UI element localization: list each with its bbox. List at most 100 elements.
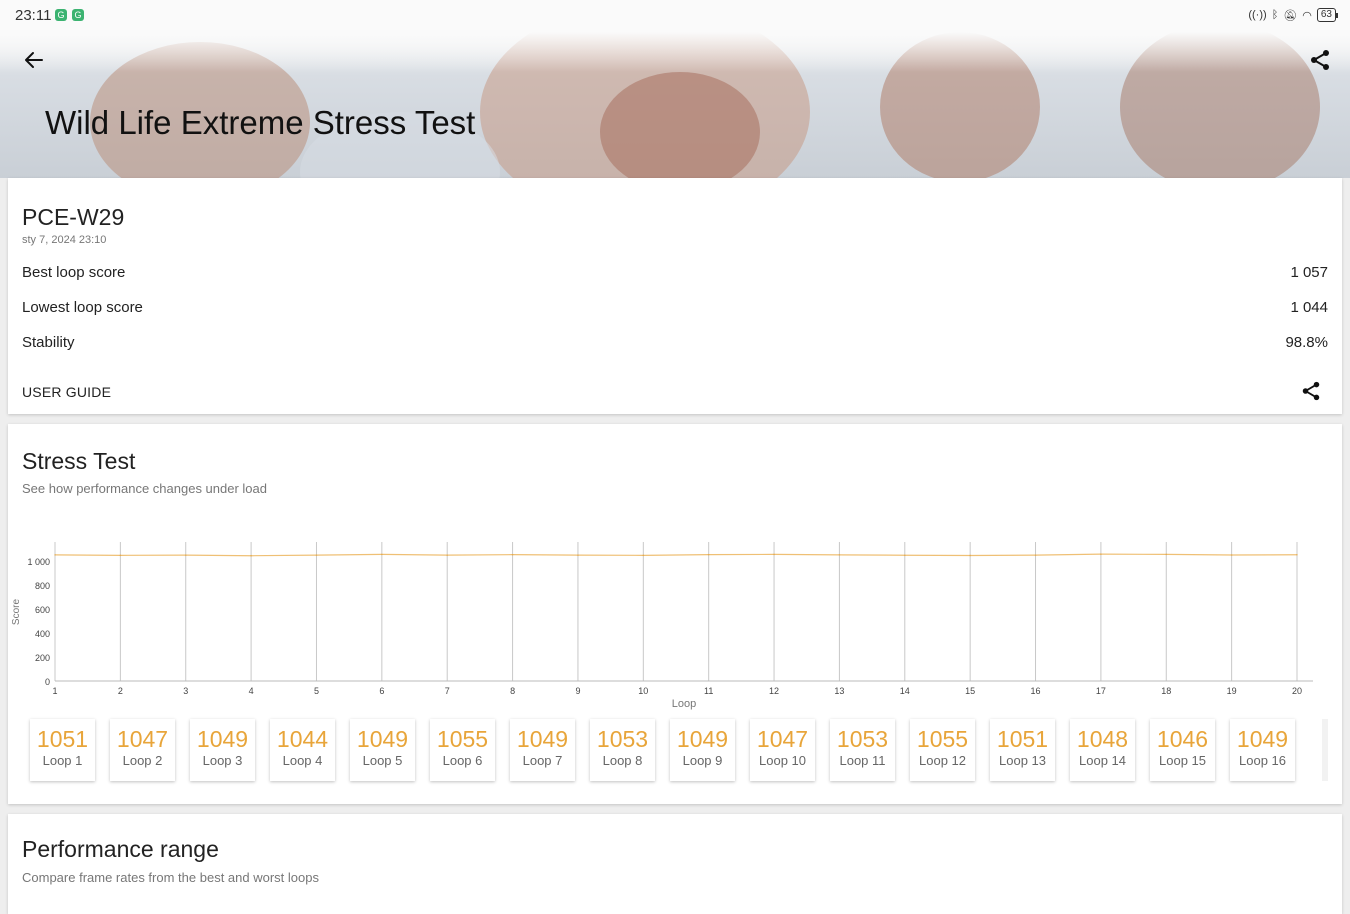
stress-test-chart: 02004006008001 0001 2 3 4 5 6 7 8 9 10 11 12 13 14 15 1… xyxy=(11,542,1313,710)
loop-label: Loop 6 xyxy=(442,753,483,768)
y-tick-label: 1 000 xyxy=(27,557,50,567)
score-point xyxy=(969,554,971,557)
loop-label: Loop 10 xyxy=(759,753,806,768)
best-loop-row: Best loop score 1 057 xyxy=(22,264,1328,281)
page-title: Wild Life Extreme Stress Test xyxy=(45,104,476,141)
loop-label: Loop 13 xyxy=(999,753,1046,768)
x-tick-label: 1 xyxy=(52,686,57,696)
stress-subtitle: See how performance changes under load xyxy=(22,481,267,496)
x-tick-label: 3 xyxy=(183,686,188,696)
loop-label: Loop 3 xyxy=(202,753,243,768)
loop-label: Loop 9 xyxy=(682,753,723,768)
score-point xyxy=(838,554,841,556)
score-point xyxy=(381,553,383,556)
x-tick-label: 20 xyxy=(1292,686,1302,696)
score-point xyxy=(315,554,318,556)
status-time: 23:11 xyxy=(15,7,52,24)
battery-icon: 63 xyxy=(1316,8,1339,22)
loop-score-list[interactable]: 1051 Loop 1 1047 Loop 2 1049 Loop 3 1044 Loop 4… xyxy=(30,719,1295,781)
status-icons: ((·)) ᛒ 🔕︎ ◠ 63 xyxy=(1248,8,1339,22)
loop-card[interactable]: 1047 Loop 10 xyxy=(750,719,815,781)
app-notification-icon: G xyxy=(55,9,67,21)
share-icon[interactable] xyxy=(1308,48,1332,72)
score-point xyxy=(1034,554,1037,556)
loop-score-value: 1051 xyxy=(36,726,89,752)
loop-card[interactable]: 1049 Loop 7 xyxy=(510,719,575,781)
loop-card[interactable]: 1049 Loop 9 xyxy=(670,719,735,781)
score-point xyxy=(184,554,187,556)
loop-card[interactable]: 1049 Loop 16 xyxy=(1230,719,1295,781)
stress-test-card: Stress Test See how performance changes … xyxy=(8,424,1342,804)
y-tick-label: 800 xyxy=(35,581,50,591)
x-tick-label: 11 xyxy=(704,686,713,696)
x-tick-label: 2 xyxy=(118,686,123,696)
x-tick-label: 12 xyxy=(769,686,779,696)
loop-card[interactable]: 1051 Loop 1 xyxy=(30,719,95,781)
loop-score-value: 1053 xyxy=(836,726,889,752)
loop-card[interactable]: 1046 Loop 15 xyxy=(1150,719,1215,781)
y-tick-label: 400 xyxy=(35,629,50,639)
score-point xyxy=(54,554,56,556)
x-tick-label: 19 xyxy=(1227,686,1237,696)
x-tick-label: 9 xyxy=(575,686,580,696)
loop-label: Loop 7 xyxy=(522,753,563,768)
x-tick-label: 4 xyxy=(249,686,254,696)
loop-card[interactable]: 1048 Loop 14 xyxy=(1070,719,1135,781)
loop-score-value: 1049 xyxy=(356,726,409,752)
loop-card[interactable]: 1044 Loop 4 xyxy=(270,719,335,781)
score-point xyxy=(707,553,710,556)
summary-card: PCE-W29 sty 7, 2024 23:10 Best loop scor… xyxy=(8,178,1342,414)
loop-score-value: 1047 xyxy=(756,726,809,752)
lowest-loop-row: Lowest loop score 1 044 xyxy=(22,299,1328,316)
stress-title: Stress Test xyxy=(22,448,136,474)
y-tick-label: 600 xyxy=(35,605,50,615)
loop-label: Loop 2 xyxy=(122,753,163,768)
x-tick-label: 13 xyxy=(834,686,844,696)
best-loop-label: Best loop score xyxy=(22,264,126,281)
loop-score-value: 1055 xyxy=(916,726,969,752)
loop-label: Loop 1 xyxy=(42,753,83,768)
loop-card[interactable]: 1053 Loop 11 xyxy=(830,719,895,781)
loop-score-value: 1049 xyxy=(676,726,729,752)
loop-label: Loop 15 xyxy=(1159,753,1206,768)
loop-label: Loop 5 xyxy=(362,753,403,768)
loop-score-value: 1047 xyxy=(116,726,169,752)
score-point xyxy=(446,554,449,556)
loop-label: Loop 11 xyxy=(839,753,886,768)
loop-card[interactable]: 1055 Loop 6 xyxy=(430,719,495,781)
score-point xyxy=(1296,553,1298,556)
x-tick-label: 6 xyxy=(379,686,384,696)
x-tick-label: 16 xyxy=(1031,686,1041,696)
app-notification-icon: G xyxy=(72,9,84,21)
stability-label: Stability xyxy=(22,334,75,351)
score-point xyxy=(642,554,645,557)
loop-label: Loop 8 xyxy=(602,753,643,768)
lowest-loop-label: Lowest loop score xyxy=(22,299,143,316)
score-line xyxy=(54,553,1298,557)
loop-card[interactable]: 1047 Loop 2 xyxy=(110,719,175,781)
y-tick-label: 200 xyxy=(35,653,50,663)
user-guide-link[interactable]: USER GUIDE xyxy=(22,384,111,400)
lowest-loop-value: 1 044 xyxy=(1290,299,1328,316)
loop-score-value: 1049 xyxy=(196,726,249,752)
x-tick-label: 10 xyxy=(638,686,648,696)
loop-label: Loop 14 xyxy=(1079,753,1126,768)
stability-row: Stability 98.8% xyxy=(22,334,1328,351)
loop-card[interactable]: 1049 Loop 5 xyxy=(350,719,415,781)
loop-card[interactable]: 1053 Loop 8 xyxy=(590,719,655,781)
x-axis-label: Loop xyxy=(672,698,696,710)
score-point xyxy=(119,554,122,557)
loop-label: Loop 12 xyxy=(919,753,966,768)
share-icon[interactable] xyxy=(1300,380,1322,402)
loop-card[interactable]: 1051 Loop 13 xyxy=(990,719,1055,781)
x-tick-label: 7 xyxy=(445,686,450,696)
y-tick-label: 0 xyxy=(45,677,50,687)
loop-card[interactable]: 1055 Loop 12 xyxy=(910,719,975,781)
score-point xyxy=(250,554,252,557)
loop-card[interactable]: 1049 Loop 3 xyxy=(190,719,255,781)
x-tick-label: 15 xyxy=(965,686,975,696)
x-tick-label: 14 xyxy=(900,686,910,696)
loop-score-value: 1049 xyxy=(1236,726,1289,752)
back-arrow-icon[interactable] xyxy=(22,48,46,72)
loop-score-value: 1053 xyxy=(596,726,649,752)
